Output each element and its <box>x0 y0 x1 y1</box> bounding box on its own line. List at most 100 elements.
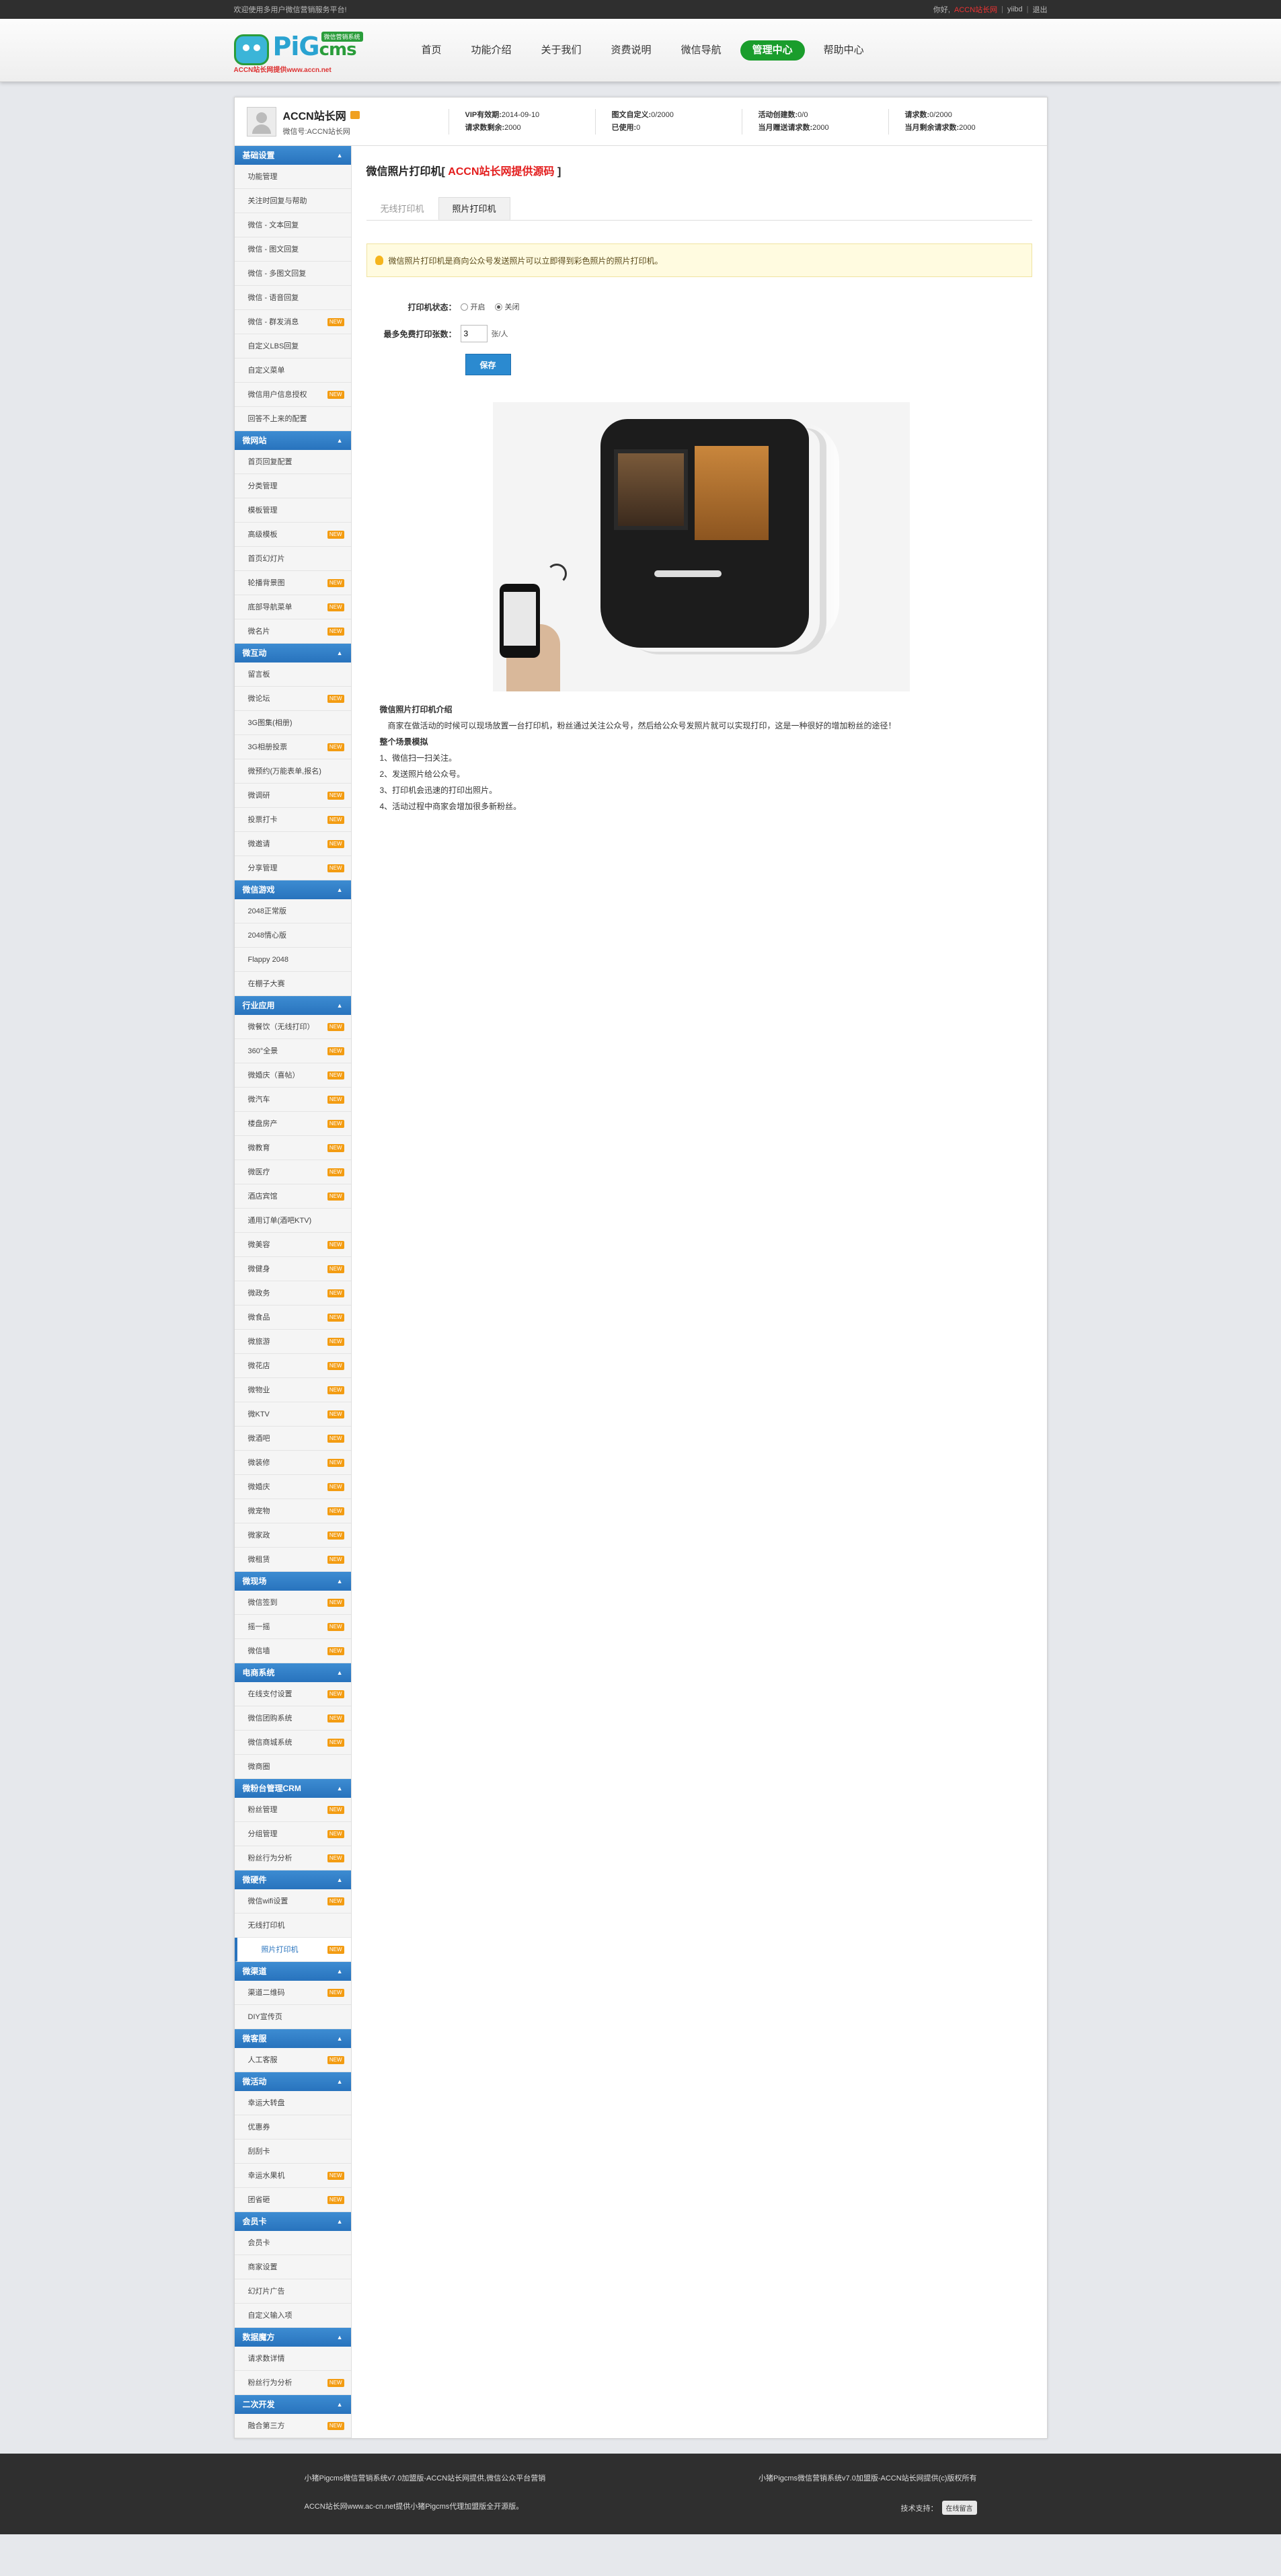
sidebar-item[interactable]: 分享管理 NEW <box>234 856 351 880</box>
sidebar-item[interactable]: 融合第三方 NEW <box>234 2414 351 2438</box>
sidebar-item[interactable]: 微装修 NEW <box>234 1451 351 1475</box>
phone-link[interactable]: yiibd <box>1007 5 1023 13</box>
sidebar-item[interactable]: 轮播背景图 NEW <box>234 571 351 595</box>
nav-wechat-guide[interactable]: 微信导航 <box>666 40 736 61</box>
sidebar-item[interactable]: Flappy 2048 <box>234 948 351 972</box>
sidebar-item[interactable]: 回答不上来的配置 <box>234 407 351 431</box>
sidebar-item[interactable]: 微宠物 NEW <box>234 1499 351 1523</box>
sidebar-group-title[interactable]: 微网站 ▲ <box>234 431 351 450</box>
sidebar-item[interactable]: 微信 - 图文回复 <box>234 237 351 262</box>
tab-wireless-printer[interactable]: 无线打印机 <box>366 197 438 220</box>
sidebar-item[interactable]: 幸运大转盘 <box>234 2091 351 2115</box>
sidebar-item[interactable]: 微租赁 NEW <box>234 1548 351 1572</box>
nav-about[interactable]: 关于我们 <box>527 40 596 61</box>
sidebar-item[interactable]: 微预约(万能表单,报名) <box>234 759 351 784</box>
sidebar-item[interactable]: 高级模板 NEW <box>234 523 351 547</box>
sidebar-item[interactable]: 微婚庆（喜帖） NEW <box>234 1063 351 1088</box>
sidebar-item[interactable]: 微汽车 NEW <box>234 1088 351 1112</box>
logout-link[interactable]: 退出 <box>1033 4 1048 15</box>
sidebar-item[interactable]: 幻灯片广告 <box>234 2279 351 2304</box>
sidebar-item[interactable]: 微信用户信息授权 NEW <box>234 383 351 407</box>
sidebar-item[interactable]: 微信团购系统 NEW <box>234 1706 351 1731</box>
sidebar-group-title[interactable]: 微互动 ▲ <box>234 644 351 662</box>
tab-photo-printer[interactable]: 照片打印机 <box>438 197 510 220</box>
sidebar-item[interactable]: 2048情心版 <box>234 923 351 948</box>
sidebar-group-title[interactable]: 微现场 ▲ <box>234 1572 351 1591</box>
sidebar-item[interactable]: 微健身 NEW <box>234 1257 351 1281</box>
sidebar-item[interactable]: 微信签到 NEW <box>234 1591 351 1615</box>
sidebar-item[interactable]: 照片打印机 NEW <box>234 1938 351 1962</box>
sidebar-item[interactable]: 商家设置 <box>234 2255 351 2279</box>
sidebar-item[interactable]: 投票打卡 NEW <box>234 808 351 832</box>
tech-support-badge[interactable]: 在线留言 <box>941 2501 977 2515</box>
sidebar-group-title[interactable]: 二次开发 ▲ <box>234 2395 351 2414</box>
sidebar-item[interactable]: 微KTV NEW <box>234 1402 351 1427</box>
sidebar-item[interactable]: 分组管理 NEW <box>234 1822 351 1846</box>
status-on-radio[interactable]: 开启 <box>460 301 486 312</box>
sidebar-item[interactable]: 留言板 <box>234 662 351 687</box>
sidebar-group-title[interactable]: 微活动 ▲ <box>234 2072 351 2091</box>
sidebar-group-title[interactable]: 微粉台管理CRM ▲ <box>234 1779 351 1798</box>
status-off-radio[interactable]: 关闭 <box>494 301 520 312</box>
sidebar-item[interactable]: 微名片 NEW <box>234 619 351 644</box>
sidebar-item[interactable]: 微物业 NEW <box>234 1378 351 1402</box>
sidebar-item[interactable]: 微教育 NEW <box>234 1136 351 1160</box>
sidebar-item[interactable]: 刮刮卡 <box>234 2139 351 2164</box>
sidebar-item[interactable]: 微论坛 NEW <box>234 687 351 711</box>
sidebar-item[interactable]: 微信 - 多图文回复 <box>234 262 351 286</box>
sidebar-group-title[interactable]: 微渠道 ▲ <box>234 1962 351 1981</box>
site-logo[interactable]: PiGcms 微信营销系统 ACCN站长网提供www.accn.net <box>233 28 372 74</box>
sidebar-group-title[interactable]: 电商系统 ▲ <box>234 1663 351 1682</box>
sidebar-item[interactable]: 3G图集(相册) <box>234 711 351 735</box>
sidebar-item[interactable]: 自定义菜单 <box>234 358 351 383</box>
sidebar-item[interactable]: 微政务 NEW <box>234 1281 351 1305</box>
sidebar-item[interactable]: 首页回复配置 <box>234 450 351 474</box>
sidebar-item[interactable]: 微信墙 NEW <box>234 1639 351 1663</box>
sidebar-item[interactable]: DIY宣传页 <box>234 2005 351 2029</box>
sidebar-item[interactable]: 人工客服 NEW <box>234 2048 351 2072</box>
sidebar-item[interactable]: 酒店宾馆 NEW <box>234 1184 351 1209</box>
save-button[interactable]: 保存 <box>465 354 511 375</box>
sidebar-item[interactable]: 微美容 NEW <box>234 1233 351 1257</box>
sidebar-item[interactable]: 自定义输入项 <box>234 2304 351 2328</box>
sidebar-item[interactable]: 自定义LBS回复 <box>234 334 351 358</box>
sidebar-item[interactable]: 关注时回复与帮助 <box>234 189 351 213</box>
sidebar-item[interactable]: 渠道二维码 NEW <box>234 1981 351 2005</box>
sidebar-item[interactable]: 在棚子大赛 <box>234 972 351 996</box>
sidebar-item[interactable]: 微医疗 NEW <box>234 1160 351 1184</box>
sidebar-item[interactable]: 微食品 NEW <box>234 1305 351 1330</box>
sidebar-item[interactable]: 微婚庆 NEW <box>234 1475 351 1499</box>
sidebar-group-title[interactable]: 微客服 ▲ <box>234 2029 351 2048</box>
sidebar-item[interactable]: 微信 - 文本回复 <box>234 213 351 237</box>
sidebar-item[interactable]: 微信商城系统 NEW <box>234 1731 351 1755</box>
sidebar-item[interactable]: 2048正常版 <box>234 899 351 923</box>
sidebar-group-title[interactable]: 会员卡 ▲ <box>234 2212 351 2231</box>
sidebar-item[interactable]: 微花店 NEW <box>234 1354 351 1378</box>
sidebar-item[interactable]: 首页幻灯片 <box>234 547 351 571</box>
sidebar-group-title[interactable]: 数据魔方 ▲ <box>234 2328 351 2347</box>
sidebar-item[interactable]: 功能管理 <box>234 165 351 189</box>
sidebar-item[interactable]: 幸运水果机 NEW <box>234 2164 351 2188</box>
sidebar-item[interactable]: 360°全景 NEW <box>234 1039 351 1063</box>
sidebar-item[interactable]: 优惠券 <box>234 2115 351 2139</box>
nav-help[interactable]: 帮助中心 <box>809 40 879 61</box>
sidebar-item[interactable]: 微商圈 <box>234 1755 351 1779</box>
sidebar-item[interactable]: 粉丝行为分析 NEW <box>234 1846 351 1870</box>
print-limit-input[interactable] <box>460 325 488 342</box>
sidebar-item[interactable]: 微调研 NEW <box>234 784 351 808</box>
sidebar-item[interactable]: 微家政 NEW <box>234 1523 351 1548</box>
sidebar-item[interactable]: 底部导航菜单 NEW <box>234 595 351 619</box>
sidebar-item[interactable]: 粉丝行为分析 NEW <box>234 2371 351 2395</box>
sidebar-item[interactable]: 微信wifi设置 NEW <box>234 1889 351 1914</box>
sidebar-item[interactable]: 分类管理 <box>234 474 351 498</box>
sidebar-item[interactable]: 微旅游 NEW <box>234 1330 351 1354</box>
sidebar-item[interactable]: 微餐饮（无线打印） NEW <box>234 1015 351 1039</box>
sidebar-item[interactable]: 微信 - 语音回复 <box>234 286 351 310</box>
username-link[interactable]: ACCN站长网 <box>954 4 997 15</box>
sidebar-group-title[interactable]: 微硬件 ▲ <box>234 1870 351 1889</box>
sidebar-item[interactable]: 团省砸 NEW <box>234 2188 351 2212</box>
sidebar-item[interactable]: 会员卡 <box>234 2231 351 2255</box>
sidebar-item[interactable]: 微信 - 群发消息 NEW <box>234 310 351 334</box>
sidebar-item[interactable]: 模板管理 <box>234 498 351 523</box>
sidebar-item[interactable]: 通用订单(酒吧KTV) <box>234 1209 351 1233</box>
